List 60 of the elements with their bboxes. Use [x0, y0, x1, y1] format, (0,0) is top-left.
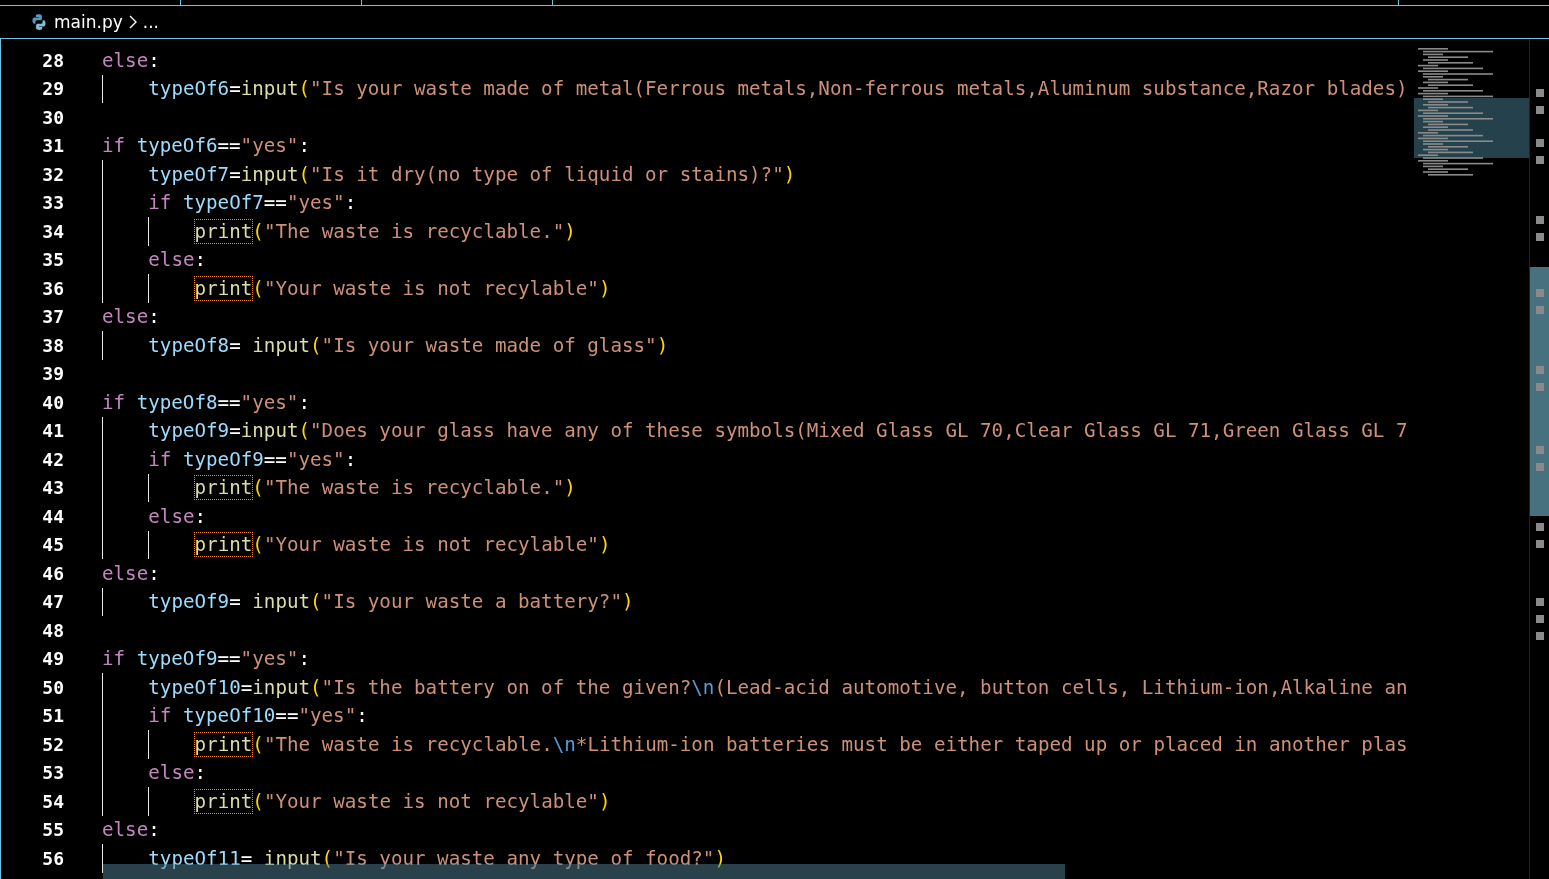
line-number: 49 — [42, 648, 64, 670]
code-line: typeOf11= input("Is your waste any type of food?") — [148, 846, 726, 870]
line-number: 56 — [42, 847, 64, 869]
code-line: typeOf6=input("Is your waste made of metal(Ferrous metals,Non-ferrous metals,Aluminum substance,Razor blades) — [148, 77, 1408, 101]
code-line: else: — [148, 761, 207, 785]
line-number: 44 — [42, 505, 64, 527]
line-number: 35 — [42, 249, 64, 271]
vertical-scrollbar-thumb[interactable] — [1530, 267, 1549, 516]
breadcrumb-file[interactable]: main.py — [54, 12, 123, 32]
code-line: print("The waste is recyclable.\n*Lithium-ion batteries must be either taped up or placed in another plas — [194, 732, 1408, 756]
breadcrumb-symbols[interactable]: ... — [142, 12, 159, 32]
code-line: else: — [102, 818, 160, 842]
code-line: print("Your waste is not recylable") — [194, 276, 611, 300]
line-number: 51 — [42, 705, 64, 727]
line-number: 32 — [42, 163, 64, 185]
code-line: if typeOf9=="yes": — [102, 647, 310, 671]
code-line: typeOf7=input("Is it dry(no type of liquid or stains)?") — [148, 162, 796, 186]
line-number: 52 — [42, 733, 64, 755]
line-number: 55 — [42, 819, 64, 841]
code-line: typeOf8= input("Is your waste made of glass") — [148, 333, 669, 357]
line-number: 37 — [42, 306, 64, 328]
code-line: typeOf9=input("Does your glass have any of these symbols(Mixed Glass GL 70,Clear Glass GL 71,Green Glass GL 7 — [148, 419, 1408, 443]
code-line: if typeOf9=="yes": — [148, 447, 357, 471]
code-line: else: — [102, 305, 160, 329]
line-number: 34 — [42, 220, 64, 242]
code-line: print("Your waste is not recylable") — [194, 789, 611, 813]
code-line: print("The waste is recyclable.") — [194, 476, 576, 500]
code-line: print("Your waste is not recylable") — [194, 533, 611, 557]
line-number: 29 — [42, 78, 64, 100]
line-number: 41 — [42, 420, 64, 442]
code-line: else: — [102, 561, 160, 585]
line-number: 33 — [42, 192, 64, 214]
line-number: 45 — [42, 534, 64, 556]
code-line: if typeOf8=="yes": — [102, 390, 310, 414]
python-file-icon — [30, 13, 48, 31]
line-number: 53 — [42, 762, 64, 784]
code-line: typeOf9= input("Is your waste a battery?") — [148, 590, 634, 614]
line-number: 38 — [42, 334, 64, 356]
code-line: else: — [102, 48, 160, 72]
chevron-right-icon — [128, 15, 137, 29]
line-number: 31 — [42, 135, 64, 157]
code-line: typeOf10=input("Is the battery on of the given?\n(Lead-acid automotive, button cells, Lithium-ion,Alkaline an — [148, 675, 1408, 699]
line-number: 36 — [42, 277, 64, 299]
line-number: 50 — [42, 676, 64, 698]
line-number: 43 — [42, 477, 64, 499]
line-number: 40 — [42, 391, 64, 413]
code-line: else: — [148, 248, 207, 272]
code-line: else: — [148, 504, 207, 528]
line-number: 39 — [42, 363, 64, 385]
line-number: 42 — [42, 448, 64, 470]
line-number: 47 — [42, 591, 64, 613]
line-number: 54 — [42, 790, 64, 812]
line-number: 30 — [42, 106, 64, 128]
line-number: 48 — [42, 619, 64, 641]
code-line: if typeOf10=="yes": — [148, 704, 368, 728]
code-line: if typeOf6=="yes": — [102, 134, 310, 158]
code-line: print("The waste is recyclable.") — [194, 219, 576, 243]
line-number: 28 — [42, 49, 64, 71]
code-line: if typeOf7=="yes": — [148, 191, 357, 215]
line-number: 46 — [42, 562, 64, 584]
